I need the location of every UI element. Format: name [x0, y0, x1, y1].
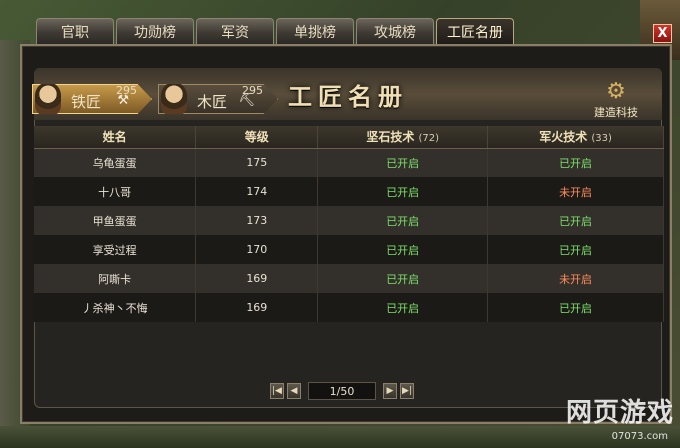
last-page-icon: ▶| [402, 386, 412, 396]
col-header-stone-label: 坚石技术 [366, 130, 415, 145]
cell-fire-status: 已开启 [487, 206, 664, 235]
pagination: |◀ ◀ 1/50 ▶ ▶| [270, 381, 414, 401]
cell-fire-status: 已开启 [487, 235, 664, 264]
subtab-blacksmith-label: 铁匠 [71, 93, 102, 111]
next-page-icon: ▶ [386, 386, 394, 396]
cell-level: 173 [195, 206, 319, 235]
build-tech-button[interactable]: ⚙ 建造科技 [586, 80, 646, 120]
cell-name: 阿嘶卡 [34, 264, 197, 293]
cell-name: 十八哥 [34, 177, 197, 206]
prev-page-button[interactable]: ◀ [287, 383, 301, 399]
prev-page-icon: ◀ [290, 386, 298, 396]
table-row[interactable]: 丿杀神丶不悔 169 已开启 已开启 [34, 293, 664, 322]
subtab-carpenter-label: 木匠 [197, 93, 228, 111]
cell-name: 乌龟蛋蛋 [34, 148, 197, 177]
watermark-site: 07073.com [611, 431, 668, 442]
col-header-stone: 坚石技术 (72) [317, 126, 489, 149]
cell-name: 享受过程 [34, 235, 197, 264]
tab-military-supplies[interactable]: 军资 [196, 18, 274, 44]
cell-level: 175 [195, 148, 319, 177]
cell-name: 甲鱼蛋蛋 [34, 206, 197, 235]
next-page-button[interactable]: ▶ [383, 383, 397, 399]
subtab-carpenter[interactable]: 木匠 295 ⛏ [158, 84, 278, 114]
first-page-icon: |◀ [272, 386, 282, 396]
close-button[interactable]: X [653, 24, 672, 43]
tab-siege-ranking[interactable]: 攻城榜 [356, 18, 434, 44]
cell-level: 170 [195, 235, 319, 264]
cell-fire-status: 已开启 [487, 148, 664, 177]
tab-merit-ranking[interactable]: 功勋榜 [116, 18, 194, 44]
cell-stone-status: 已开启 [317, 206, 489, 235]
col-header-fire: 军火技术 (33) [487, 126, 664, 149]
axe-icon: ⛏ [238, 93, 255, 108]
cell-fire-status: 已开启 [487, 293, 664, 322]
last-page-button[interactable]: ▶| [400, 383, 414, 399]
col-header-level: 等级 [195, 126, 319, 149]
top-tab-bar: 官职 功勋榜 军资 单挑榜 攻城榜 工匠名册 [36, 18, 514, 44]
subtab-blacksmith[interactable]: 铁匠 295 ⚒ [32, 84, 152, 114]
col-header-fire-count: (33) [591, 133, 612, 145]
col-header-fire-label: 军火技术 [539, 130, 588, 145]
cell-level: 174 [195, 177, 319, 206]
cell-level: 169 [195, 293, 319, 322]
table-row[interactable]: 十八哥 174 已开启 未开启 [34, 177, 664, 206]
first-page-button[interactable]: |◀ [270, 383, 284, 399]
cell-fire-status: 未开启 [487, 264, 664, 293]
cell-stone-status: 已开启 [317, 177, 489, 206]
cell-level: 169 [195, 264, 319, 293]
hammer-icon: ⚒ [117, 93, 129, 108]
build-tech-label: 建造科技 [594, 106, 638, 119]
cell-stone-status: 已开启 [317, 293, 489, 322]
cell-fire-status: 未开启 [487, 177, 664, 206]
watermark-text: 网页游戏 [566, 398, 675, 428]
table-row[interactable]: 乌龟蛋蛋 175 已开启 已开启 [34, 148, 664, 177]
table-header-row: 姓名 等级 坚石技术 (72) 军火技术 (33) [34, 126, 664, 149]
table-row[interactable]: 甲鱼蛋蛋 173 已开启 已开启 [34, 206, 664, 235]
site-watermark: 网页游戏 07073.com [566, 392, 676, 444]
table-row[interactable]: 阿嘶卡 169 已开启 未开启 [34, 264, 664, 293]
col-header-name: 姓名 [34, 126, 197, 149]
craftsman-table: 姓名 等级 坚石技术 (72) 军火技术 (33) 乌龟蛋蛋 175 已开启 已… [34, 126, 664, 322]
tab-duel-ranking[interactable]: 单挑榜 [276, 18, 354, 44]
table-row[interactable]: 享受过程 170 已开启 已开启 [34, 235, 664, 264]
gear-icon: ⚙ [606, 79, 626, 104]
col-header-stone-count: (72) [418, 133, 440, 145]
tab-craftsman-roster[interactable]: 工匠名册 [436, 18, 514, 44]
page-indicator: 1/50 [308, 382, 376, 400]
tab-official-rank[interactable]: 官职 [36, 18, 114, 44]
cell-stone-status: 已开启 [317, 264, 489, 293]
cell-stone-status: 已开启 [317, 235, 489, 264]
cell-name: 丿杀神丶不悔 [34, 293, 197, 322]
cell-stone-status: 已开启 [317, 148, 489, 177]
carpenter-portrait [161, 84, 187, 114]
page-title: 工匠名册 [288, 81, 408, 111]
blacksmith-portrait [35, 84, 61, 114]
